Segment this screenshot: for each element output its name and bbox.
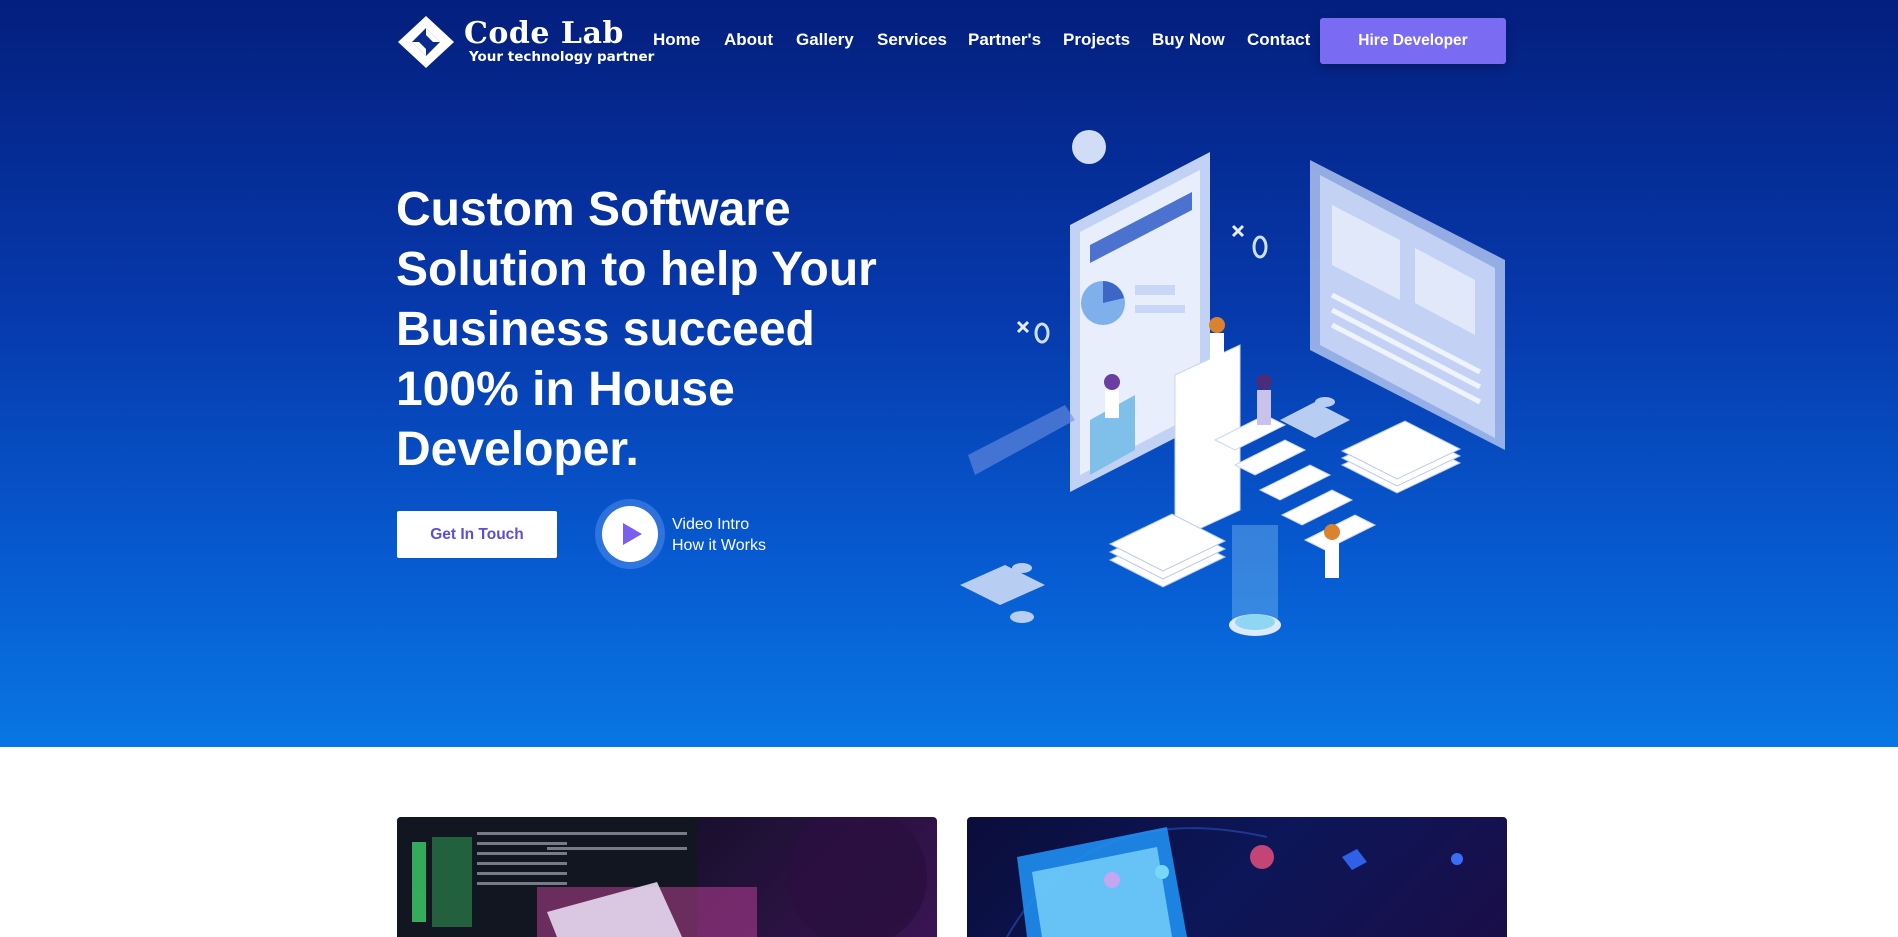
nav-services[interactable]: Services — [877, 30, 947, 50]
stairs-illustration — [1174, 344, 1377, 551]
nav-about[interactable]: About — [724, 30, 773, 50]
project-card-image[interactable] — [397, 817, 937, 937]
headline-line: Business succeed — [396, 303, 815, 356]
headline-line: Custom Software — [396, 183, 791, 236]
hero-illustration — [960, 130, 1505, 636]
nav-gallery[interactable]: Gallery — [796, 30, 854, 50]
main-nav: Home About Gallery Services Partner's Pr… — [0, 30, 1898, 54]
browser-panel-illustration — [1310, 160, 1505, 450]
project-card-image[interactable] — [967, 817, 1507, 937]
nav-projects[interactable]: Projects — [1063, 30, 1130, 50]
play-button-circle[interactable] — [602, 506, 658, 562]
hero-section: Code Lab Your technology partner Home Ab… — [0, 0, 1898, 747]
play-icon — [623, 523, 642, 545]
nav-buy-now[interactable]: Buy Now — [1152, 30, 1225, 50]
hire-developer-button[interactable]: Hire Developer — [1320, 18, 1506, 64]
video-intro-label: Video Intro — [672, 516, 750, 533]
nav-contact[interactable]: Contact — [1247, 30, 1310, 50]
hero-headline: Custom Software Solution to help Your Bu… — [396, 180, 956, 480]
headline-line: Solution to help Your — [396, 243, 877, 296]
website-graphic-image — [1006, 827, 1463, 937]
headline-line: 100% in House — [396, 363, 735, 416]
get-in-touch-button[interactable]: Get In Touch — [397, 511, 557, 558]
code-screen-image — [397, 817, 927, 937]
video-how-label: How it Works — [672, 537, 766, 554]
nav-home[interactable]: Home — [653, 30, 700, 50]
video-play-button[interactable] — [595, 499, 665, 569]
nav-partners[interactable]: Partner's — [968, 30, 1041, 50]
video-intro-text[interactable]: Video Intro How it Works — [672, 514, 766, 556]
headline-line: Developer. — [396, 423, 639, 476]
document-stack-illustration — [1340, 420, 1462, 494]
hologram-illustration — [1229, 525, 1281, 636]
